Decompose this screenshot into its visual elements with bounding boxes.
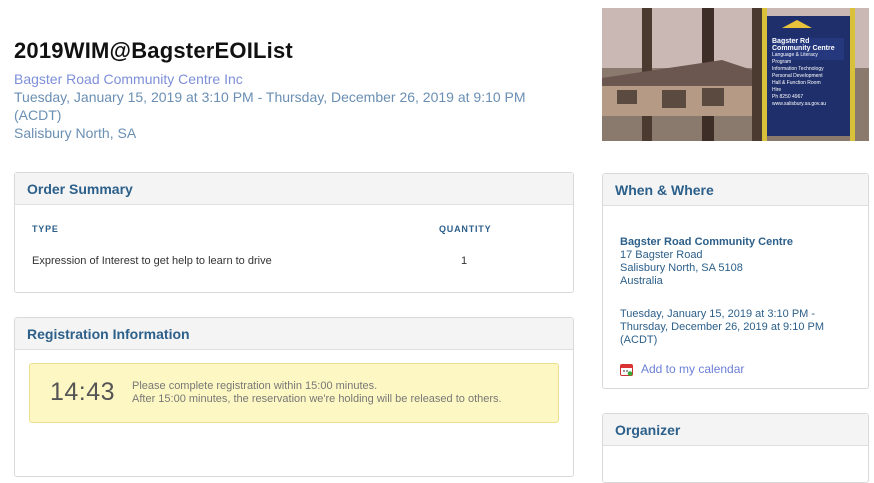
add-to-calendar-label: Add to my calendar bbox=[641, 362, 745, 376]
countdown-timer: 14:43 bbox=[50, 378, 116, 406]
registration-heading: Registration Information bbox=[15, 318, 573, 350]
event-photo: Bagster Rd Community Centre Language & L… bbox=[602, 8, 869, 141]
venue-date-line3: (ACDT) bbox=[620, 334, 658, 346]
calendar-icon bbox=[620, 363, 633, 376]
venue-suburb: Salisbury North, SA 5108 bbox=[620, 262, 743, 274]
timer-message: Please complete registration within 15:0… bbox=[132, 380, 502, 406]
reservation-timer-box: 14:43 Please complete registration withi… bbox=[29, 363, 559, 423]
organizer-name[interactable]: Bagster Road Community Centre Inc bbox=[14, 70, 584, 88]
venue-name: Bagster Road Community Centre bbox=[620, 236, 793, 248]
col-type-header: TYPE bbox=[32, 224, 59, 234]
when-where-panel: When & Where Bagster Road Community Cent… bbox=[602, 173, 869, 389]
timer-message-line1: Please complete registration within 15:0… bbox=[132, 380, 378, 392]
event-dates-line2: (ACDT) bbox=[14, 107, 62, 123]
event-title: 2019WIM@BagsterEOIList bbox=[14, 38, 293, 63]
event-dates-line1: Tuesday, January 15, 2019 at 3:10 PM - T… bbox=[14, 89, 526, 105]
venue-street: 17 Bagster Road bbox=[620, 249, 703, 261]
organizer-heading: Organizer bbox=[603, 414, 868, 446]
organizer-panel: Organizer bbox=[602, 413, 869, 483]
registration-panel: Registration Information 14:43 Please co… bbox=[14, 317, 574, 477]
event-header: 2019WIM@BagsterEOIList Bagster Road Comm… bbox=[14, 38, 584, 142]
venue-date-line1: Tuesday, January 15, 2019 at 3:10 PM - bbox=[620, 308, 816, 320]
order-row-type: Expression of Interest to get help to le… bbox=[32, 255, 272, 267]
event-location: Salisbury North, SA bbox=[14, 125, 137, 141]
venue-country: Australia bbox=[620, 275, 663, 287]
add-to-calendar-link[interactable]: Add to my calendar bbox=[620, 362, 744, 376]
timer-message-line2: After 15:00 minutes, the reservation we'… bbox=[132, 393, 502, 405]
order-summary-panel: Order Summary TYPE QUANTITY Expression o… bbox=[14, 172, 574, 293]
when-where-details: Bagster Road Community Centre 17 Bagster… bbox=[620, 236, 860, 347]
order-row-quantity: 1 bbox=[461, 255, 468, 267]
event-dates: Tuesday, January 15, 2019 at 3:10 PM - T… bbox=[14, 88, 584, 124]
order-summary-heading: Order Summary bbox=[15, 173, 573, 205]
venue-date-line2: Thursday, December 26, 2019 at 9:10 PM bbox=[620, 321, 825, 333]
col-quantity-header: QUANTITY bbox=[439, 224, 492, 234]
photo-sign-text: Bagster Rd Community Centre Language & L… bbox=[772, 38, 835, 107]
when-where-heading: When & Where bbox=[603, 174, 868, 206]
